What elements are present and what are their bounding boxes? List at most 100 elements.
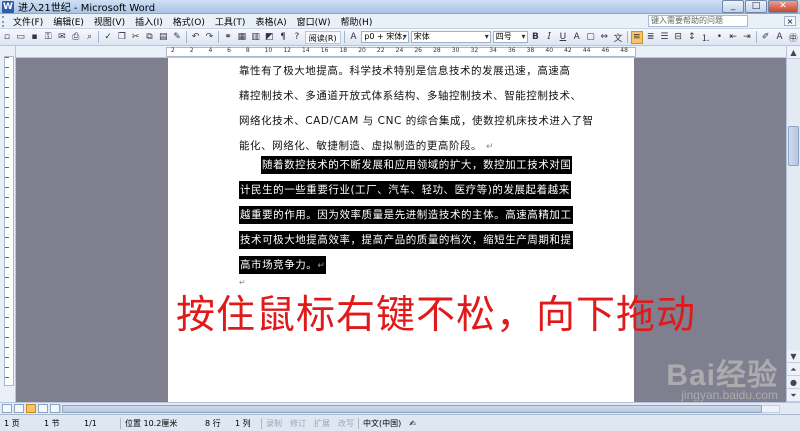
- font-color-icon[interactable]: A: [571, 31, 583, 44]
- ruler-tick: [5, 317, 9, 318]
- status-record[interactable]: 录制: [262, 418, 286, 429]
- status-track-changes[interactable]: 修订: [286, 418, 310, 429]
- selected-text-line[interactable]: 越重要的作用。因为效率质量是先进制造技术的主体。高速高精加工: [239, 206, 573, 224]
- help-icon[interactable]: ?: [291, 31, 303, 44]
- browse-object-icon[interactable]: ●: [787, 376, 800, 389]
- selected-text-line[interactable]: 随着数控技术的不断发展和应用领域的扩大，数控加工技术对国: [261, 156, 573, 174]
- scroll-down-arrow-icon[interactable]: ▼: [787, 350, 800, 363]
- reading-mode-button[interactable]: 阅读(R): [304, 30, 341, 44]
- status-overtype[interactable]: 改写: [334, 418, 358, 429]
- style-select[interactable]: p0 + 宋体,: [361, 31, 409, 43]
- columns-icon[interactable]: ▥: [250, 31, 262, 44]
- undo-icon[interactable]: ↶: [190, 31, 202, 44]
- close-button[interactable]: ✕: [768, 0, 798, 13]
- spelling-icon[interactable]: ✓: [102, 31, 114, 44]
- format-painter-icon[interactable]: ✎: [171, 31, 183, 44]
- status-position: 位置 10.2厘米: [125, 418, 178, 428]
- selected-text-line[interactable]: 计民生的一些重要行业(工厂、汽车、轻功、医疗等)的发展起着越来: [239, 181, 571, 199]
- text-color-icon[interactable]: A: [774, 31, 786, 44]
- ruler-number: 32: [470, 47, 479, 54]
- ruler-number: 2: [171, 47, 175, 54]
- text-line: 能化、网络化、敏捷制造、虚拟制造的更高阶段。 ↵: [239, 138, 494, 153]
- web-view-button[interactable]: [14, 404, 24, 413]
- help-search-input[interactable]: 键入需要帮助的问题: [648, 15, 748, 27]
- spelling-status-icon[interactable]: ✍: [405, 419, 420, 428]
- save-icon[interactable]: ▪: [29, 31, 41, 44]
- styles-icon[interactable]: A: [348, 31, 360, 44]
- normal-view-button[interactable]: [2, 404, 12, 413]
- horizontal-scroll-thumb[interactable]: [62, 405, 762, 413]
- status-line: 8 行: [205, 418, 221, 428]
- copy-icon[interactable]: ⧉: [144, 31, 156, 44]
- doc-close-button[interactable]: ×: [784, 16, 796, 26]
- menu-format[interactable]: 格式(O): [168, 15, 210, 28]
- distributed-icon[interactable]: ⊟: [672, 31, 684, 44]
- menu-window[interactable]: 窗口(W): [292, 15, 336, 28]
- hyperlink-icon[interactable]: ⚭: [222, 31, 234, 44]
- ruler-tick: [5, 197, 9, 198]
- vertical-scroll-thumb[interactable]: [788, 126, 799, 166]
- cut-icon[interactable]: ✂: [130, 31, 142, 44]
- menu-file[interactable]: 文件(F): [8, 15, 48, 28]
- ruler-tick: [5, 347, 9, 348]
- ruler-tick: [5, 187, 9, 188]
- horizontal-ruler[interactable]: 2 2 4 6 8 10 12 14 16 18 20 22 24 26 28 30 32 34 36 38 40 42 4…: [166, 47, 636, 57]
- minimize-button[interactable]: _: [722, 0, 744, 13]
- ruler-tick: [5, 277, 9, 278]
- numbering-icon[interactable]: ⒈: [700, 31, 712, 44]
- toolbar-separator: [626, 31, 628, 43]
- italic-button[interactable]: I: [543, 31, 555, 44]
- font-size-select[interactable]: 四号: [492, 31, 528, 43]
- print-icon[interactable]: ⎙: [70, 31, 82, 44]
- align-center-icon[interactable]: ≣: [645, 31, 657, 44]
- scroll-up-arrow-icon[interactable]: ▲: [787, 46, 800, 59]
- reading-view-button[interactable]: [50, 404, 60, 413]
- align-right-icon[interactable]: ☰: [658, 31, 670, 44]
- enclose-icon[interactable]: ㊥: [787, 31, 799, 44]
- new-document-icon[interactable]: ▫: [1, 31, 13, 44]
- permission-icon[interactable]: ⚿: [42, 31, 54, 44]
- menu-help[interactable]: 帮助(H): [336, 15, 378, 28]
- menu-view[interactable]: 视图(V): [89, 15, 130, 28]
- prev-page-icon[interactable]: ⏶: [787, 363, 800, 376]
- show-hide-icon[interactable]: ¶: [277, 31, 289, 44]
- ruler-number: 6: [227, 47, 231, 54]
- highlight-icon[interactable]: ✐: [760, 31, 772, 44]
- selected-text-line[interactable]: 高市场竞争力。↵: [239, 256, 327, 274]
- status-extend[interactable]: 扩展: [310, 418, 334, 429]
- vertical-ruler[interactable]: [4, 56, 14, 386]
- menu-insert[interactable]: 插入(I): [130, 15, 168, 28]
- maximize-button[interactable]: □: [745, 0, 767, 13]
- underline-button[interactable]: U: [557, 31, 569, 44]
- text-line: 精控制技术、多通道开放式体系结构、多轴控制技术、智能控制技术、: [239, 90, 582, 102]
- menu-edit[interactable]: 编辑(E): [48, 15, 89, 28]
- align-justify-button[interactable]: ≡: [630, 30, 643, 44]
- paste-icon[interactable]: ▤: [157, 31, 169, 44]
- next-page-icon[interactable]: ⏷: [787, 389, 800, 402]
- email-icon[interactable]: ✉: [56, 31, 68, 44]
- vertical-scrollbar[interactable]: ▲ ▼ ⏶ ● ⏷: [786, 46, 800, 402]
- print-preview-icon[interactable]: ⌕: [84, 31, 96, 44]
- font-select[interactable]: 宋体: [410, 31, 491, 43]
- bullets-icon[interactable]: •: [714, 31, 726, 44]
- bold-button[interactable]: B: [530, 31, 542, 44]
- print-layout-view-button[interactable]: [26, 404, 36, 413]
- redo-icon[interactable]: ↷: [204, 31, 216, 44]
- open-folder-icon[interactable]: ▭: [15, 31, 27, 44]
- research-icon[interactable]: ❐: [116, 31, 128, 44]
- ruler-number: 2: [189, 47, 194, 54]
- line-spacing-icon[interactable]: ↕: [686, 31, 698, 44]
- increase-indent-icon[interactable]: ⇥: [741, 31, 753, 44]
- char-scale-icon[interactable]: ⇔: [598, 31, 610, 44]
- word-app-icon[interactable]: W: [2, 0, 14, 13]
- outline-view-button[interactable]: [38, 404, 48, 413]
- drawing-icon[interactable]: ◩: [264, 31, 276, 44]
- menu-tools[interactable]: 工具(T): [210, 15, 251, 28]
- phonetic-icon[interactable]: 文: [612, 31, 624, 44]
- document-page[interactable]: 靠性有了极大地提高。科学技术特别是信息技术的发展迅速，高速高 精控制技术、多通道…: [168, 58, 634, 402]
- table-icon[interactable]: ▦: [236, 31, 248, 44]
- menu-table[interactable]: 表格(A): [250, 15, 291, 28]
- selected-text-line[interactable]: 技术可极大地提高效率，提高产品的质量的档次，缩短生产周期和提: [239, 231, 573, 249]
- decrease-indent-icon[interactable]: ⇤: [727, 31, 739, 44]
- char-border-icon[interactable]: ▢: [585, 31, 597, 44]
